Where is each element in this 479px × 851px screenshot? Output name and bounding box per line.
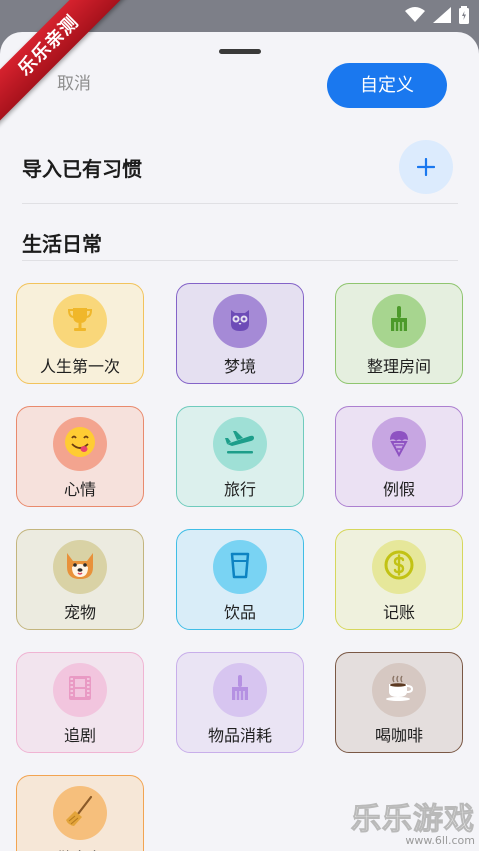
wifi-icon: [405, 7, 425, 22]
habit-card[interactable]: 心情: [16, 406, 144, 507]
habit-card[interactable]: 喝咖啡: [335, 652, 463, 753]
habit-card[interactable]: 追剧: [16, 652, 144, 753]
trophy-icon: [65, 304, 95, 338]
coin-icon: [383, 549, 415, 585]
divider: [22, 203, 458, 204]
battery-icon: [459, 6, 469, 24]
habit-card[interactable]: 宠物: [16, 529, 144, 630]
habit-card[interactable]: 记账: [335, 529, 463, 630]
habit-card[interactable]: 做家务: [16, 775, 144, 851]
habit-label: 旅行: [223, 480, 256, 499]
owl-icon: [225, 304, 255, 338]
habit-icon-circle: [372, 663, 426, 717]
habit-icon-circle: [213, 663, 267, 717]
import-habits-title: 导入已有习惯: [22, 157, 142, 181]
habit-label: 饮品: [223, 603, 256, 622]
habit-card[interactable]: 整理房间: [335, 283, 463, 384]
habit-label: 梦境: [223, 357, 256, 376]
habit-icon-circle: [372, 540, 426, 594]
habit-icon-circle: [372, 294, 426, 348]
habit-label: 喝咖啡: [374, 726, 423, 745]
watermark: 乐乐游戏 www.6ll.com: [351, 794, 476, 848]
brush-icon: [225, 673, 255, 707]
ribbon-text: 乐乐亲测: [0, 0, 129, 126]
plus-icon: [417, 158, 435, 176]
habit-card[interactable]: 旅行: [176, 406, 304, 507]
habit-label: 例假: [382, 480, 415, 499]
cup-icon: [225, 550, 255, 584]
habit-label: 人生第一次: [39, 357, 120, 376]
add-import-button[interactable]: [399, 140, 453, 194]
custom-button[interactable]: 自定义: [327, 63, 447, 108]
habit-label: 做家务: [17, 845, 143, 851]
film-icon: [65, 673, 95, 707]
habit-icon-circle: [53, 786, 107, 840]
habit-icon-circle: [53, 663, 107, 717]
broom-icon: [384, 304, 414, 338]
habit-label: 物品消耗: [207, 726, 272, 745]
habit-icon-circle: [213, 294, 267, 348]
sheet-drag-handle[interactable]: [219, 49, 261, 54]
corner-ribbon: 乐乐亲测: [0, 0, 140, 140]
habit-card[interactable]: 物品消耗: [176, 652, 304, 753]
sweep-icon: [63, 794, 97, 832]
habit-icon-circle: [53, 540, 107, 594]
habit-card[interactable]: 例假: [335, 406, 463, 507]
habit-card[interactable]: 饮品: [176, 529, 304, 630]
bottom-sheet: 取消 自定义 导入已有习惯 生活日常 人生第一次 梦境 整理房间 心情 旅行 例假 宠物 饮品…: [0, 32, 479, 851]
ice-cream-icon: [384, 427, 414, 461]
habit-icon-circle: [53, 417, 107, 471]
habit-icon-circle: [53, 294, 107, 348]
habit-label: 宠物: [63, 603, 96, 622]
category-title: 生活日常: [22, 232, 102, 256]
divider: [22, 260, 458, 261]
dog-face-icon: [62, 547, 98, 587]
habit-icon-circle: [213, 417, 267, 471]
habit-label: 心情: [63, 480, 96, 499]
habit-card[interactable]: 人生第一次: [16, 283, 144, 384]
signal-icon: [433, 7, 451, 23]
coffee-icon: [382, 673, 416, 707]
habit-label: 追剧: [63, 726, 96, 745]
airplane-icon: [224, 427, 256, 461]
habit-icon-circle: [213, 540, 267, 594]
smile-face-icon: [63, 425, 97, 463]
watermark-title: 乐乐游戏: [351, 802, 475, 838]
habit-icon-circle: [372, 417, 426, 471]
habit-card[interactable]: 梦境: [176, 283, 304, 384]
habit-label: 整理房间: [366, 357, 431, 376]
habit-label: 记账: [382, 603, 415, 622]
